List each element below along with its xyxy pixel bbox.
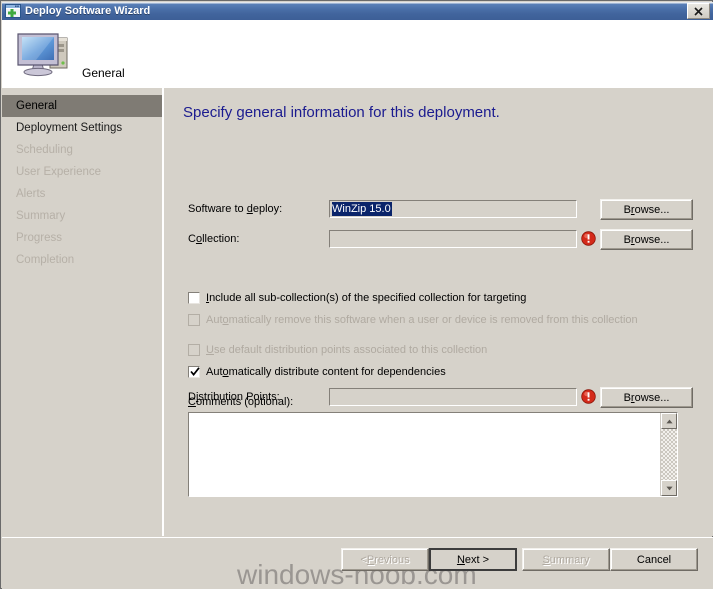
software-to-deploy-label: Software to deploy: (188, 203, 283, 215)
scroll-up-icon[interactable] (661, 413, 677, 429)
wizard-step-sidebar: General Deployment Settings Scheduling U… (2, 88, 164, 536)
sidebar-item-deployment-settings[interactable]: Deployment Settings (2, 117, 162, 139)
software-browse-button[interactable]: Br owse... (600, 199, 693, 220)
collection-row: Collection: Br owse... (188, 229, 698, 250)
use-default-dp-checkbox (188, 344, 200, 356)
collection-browse-button[interactable]: Br owse... (600, 229, 693, 250)
error-exclamation-icon (581, 389, 596, 404)
sidebar-item-user-experience: User Experience (16, 166, 102, 178)
comments-textarea[interactable] (188, 412, 678, 497)
auto-remove-software-label: Automatically remove this software when … (206, 314, 638, 326)
deploy-software-wizard-window: Deploy Software Wizard General General D… (0, 0, 713, 590)
cancel-button[interactable]: Cancel (610, 548, 698, 571)
next-button[interactable]: Next > (429, 548, 517, 571)
use-default-dp-label: Use default distribution points associat… (206, 344, 488, 356)
main-content-panel: Specify general information for this dep… (166, 88, 713, 536)
include-subcollections-label: Include all sub-collection(s) of the spe… (206, 292, 527, 304)
auto-remove-software-checkbox-row: Automatically remove this software when … (188, 312, 638, 328)
window-title: Deploy Software Wizard (25, 5, 151, 17)
sidebar-item-completion: Completion (16, 254, 75, 266)
comments-label: Comments (optional): (188, 396, 294, 408)
close-icon[interactable] (687, 3, 710, 19)
sidebar-item-general[interactable]: General (2, 95, 162, 117)
collection-label: Collection: (188, 233, 240, 245)
computer-icon (14, 28, 74, 78)
auto-distribute-content-label: Automatically distribute content for dep… (206, 366, 446, 378)
previous-button: < Previous (341, 548, 429, 571)
title-bar[interactable]: Deploy Software Wizard (2, 2, 713, 20)
sidebar-item-alerts: Alerts (16, 188, 46, 200)
distribution-points-input[interactable] (329, 388, 577, 406)
include-subcollections-checkbox[interactable] (188, 292, 200, 304)
page-title: Specify general information for this dep… (183, 104, 500, 121)
scrollbar-track[interactable] (661, 429, 677, 480)
deploy-wizard-icon (5, 4, 21, 18)
auto-remove-software-checkbox (188, 314, 200, 326)
software-to-deploy-input[interactable]: WinZip 15.0 (329, 200, 577, 218)
software-to-deploy-value: WinZip 15.0 (332, 202, 392, 216)
use-default-dp-checkbox-row: Use default distribution points associat… (188, 342, 487, 358)
sidebar-item-summary: Summary (16, 210, 66, 222)
header-title: General (82, 66, 125, 80)
checkmark-icon (190, 366, 200, 378)
comments-value[interactable] (189, 413, 660, 496)
software-to-deploy-row: Software to deploy: WinZip 15.0 Br owse..… (188, 199, 698, 220)
scroll-down-icon[interactable] (661, 480, 677, 496)
header-banner: General (2, 20, 713, 88)
auto-distribute-content-checkbox-row[interactable]: Automatically distribute content for dep… (188, 364, 446, 380)
auto-distribute-content-checkbox[interactable] (188, 366, 200, 378)
collection-input[interactable] (329, 230, 577, 248)
summary-button: Summary (522, 548, 610, 571)
sidebar-item-progress: Progress (16, 232, 63, 244)
sidebar-item-scheduling: Scheduling (16, 144, 73, 156)
distribution-points-browse-button[interactable]: Br owse... (600, 387, 693, 408)
error-exclamation-icon (581, 231, 596, 246)
include-subcollections-checkbox-row[interactable]: Include all sub-collection(s) of the spe… (188, 290, 526, 306)
comments-scrollbar[interactable] (660, 413, 677, 496)
